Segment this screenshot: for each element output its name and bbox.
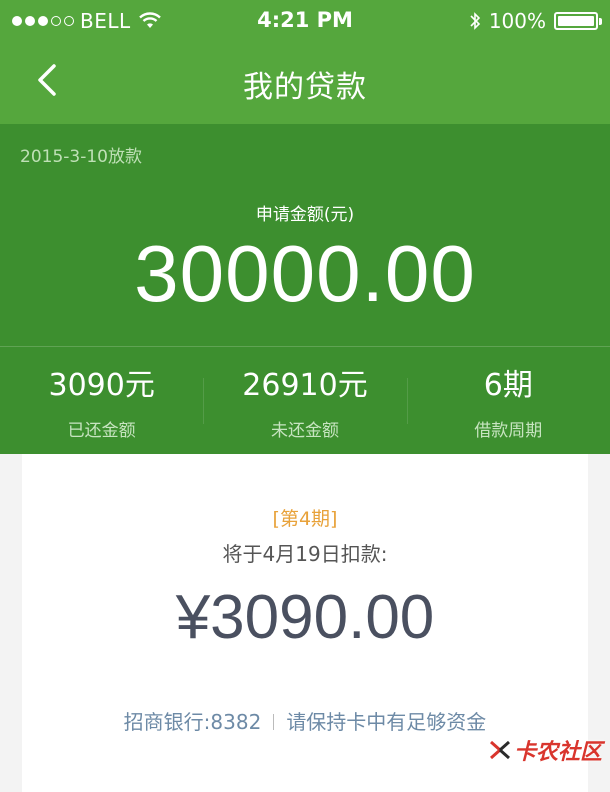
battery-icon: [554, 12, 602, 30]
stat-value: 3090元: [48, 368, 155, 403]
top-bar: BELL 4:21 PM 100% 我的贷款: [0, 0, 610, 124]
status-right: 100%: [469, 9, 602, 33]
signal-dot: [64, 16, 74, 26]
summary-divider: [0, 346, 610, 347]
stat-label: 借款周期: [474, 421, 543, 441]
apply-amount: 30000.00: [134, 229, 476, 318]
battery-nub: [599, 18, 602, 25]
carrier-name: BELL: [80, 9, 131, 33]
battery-level: [558, 16, 594, 26]
page-title: 我的贷款: [243, 70, 367, 105]
watermark-text: 卡农社区: [513, 740, 602, 765]
stat-repaid: 3090元 已还金额: [0, 360, 203, 441]
wifi-icon: [138, 12, 161, 28]
stat-label: 未还金额: [270, 421, 339, 441]
bank-info: 招商银行:8382 请保持卡中有足够资金: [22, 706, 588, 735]
loan-summary: 2015-3-10放款 申请金额(元) 30000.00 3090元 已还金额 …: [0, 124, 610, 454]
watermark: 卡农社区: [488, 734, 602, 766]
status-bar: BELL 4:21 PM 100%: [0, 0, 610, 42]
stat-outstanding: 26910元 未还金额: [203, 360, 406, 441]
deduction-amount: ¥3090.00: [175, 583, 435, 652]
stat-value: 26910元: [242, 368, 368, 403]
battery-percent: 100%: [488, 9, 546, 33]
signal-strength-icon: [12, 16, 74, 26]
apply-amount-label: 申请金额(元): [255, 205, 355, 225]
loan-stats: 3090元 已还金额 26910元 未还金额 6期 借款周期: [0, 360, 610, 441]
stat-value: 6期: [483, 368, 533, 403]
installment-period: [第4期]: [272, 508, 338, 530]
signal-dot: [51, 16, 61, 26]
status-left: BELL: [12, 9, 161, 33]
watermark-logo-icon: [489, 740, 510, 760]
app-screen: BELL 4:21 PM 100% 我的贷款 2015-3-10放款 申请金额(…: [0, 0, 610, 792]
nav-bar: 我的贷款: [0, 42, 610, 124]
release-date: 2015-3-10放款: [20, 147, 142, 167]
stat-term: 6期 借款周期: [406, 360, 610, 441]
bank-separator: [273, 714, 275, 730]
balance-reminder: 请保持卡中有足够资金: [286, 710, 487, 734]
bank-card: 招商银行:8382: [123, 710, 262, 734]
signal-dot: [12, 16, 22, 26]
stat-label: 已还金额: [67, 421, 136, 441]
bluetooth-icon: [470, 12, 480, 30]
signal-dot: [38, 16, 48, 26]
signal-dot: [25, 16, 35, 26]
deduction-date-note: 将于4月19日扣款:: [222, 542, 388, 566]
